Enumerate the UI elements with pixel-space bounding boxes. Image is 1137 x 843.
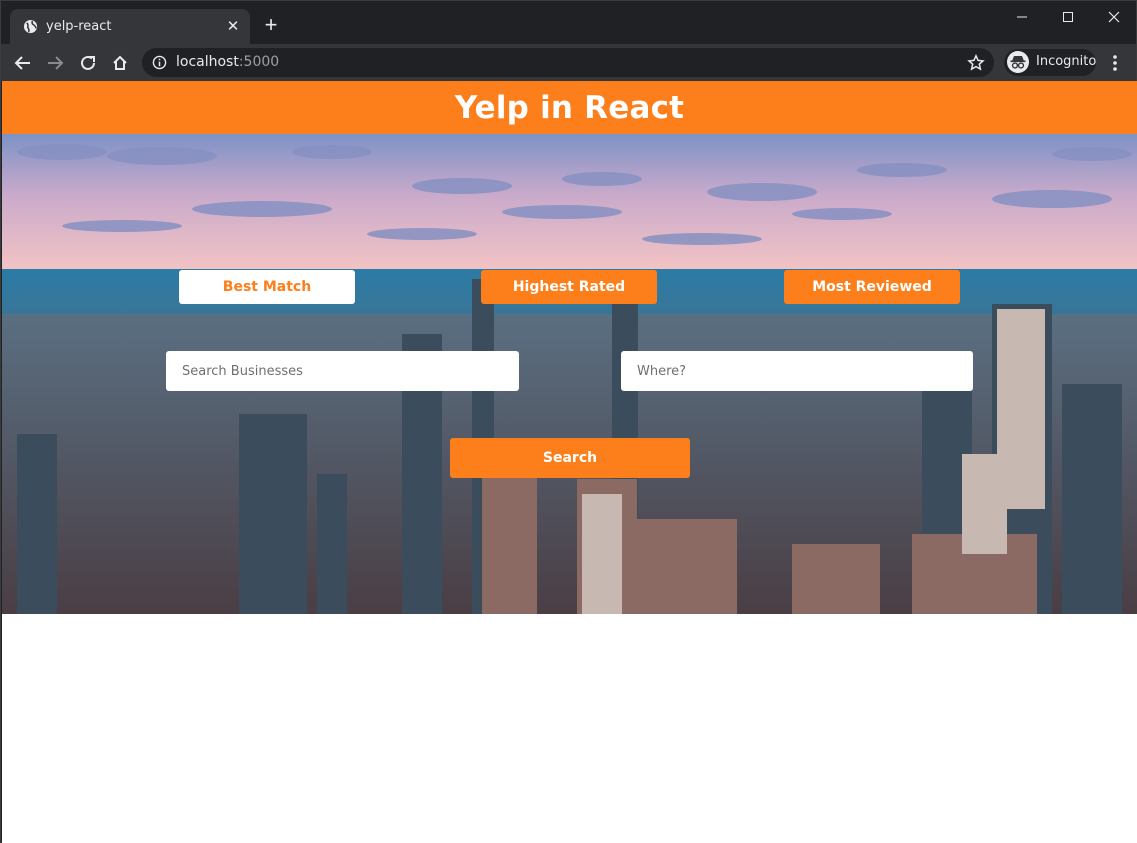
business-search-input[interactable] (166, 351, 519, 391)
url-text: localhost:5000 (176, 54, 279, 70)
info-icon[interactable] (152, 55, 167, 70)
browser-window: yelp-react ✕ + localhost:5000 Incognito … (0, 0, 1137, 843)
search-button[interactable]: Search (450, 438, 690, 478)
sort-highest-rated-button[interactable]: Highest Rated (481, 270, 657, 304)
home-icon[interactable] (107, 50, 133, 76)
app-header: Yelp in React (2, 81, 1137, 134)
kebab-menu-icon[interactable] (1105, 51, 1125, 75)
maximize-icon[interactable] (1045, 1, 1091, 32)
address-bar[interactable]: localhost:5000 (142, 48, 994, 77)
page-title: Yelp in React (454, 89, 685, 126)
close-icon[interactable]: ✕ (225, 19, 241, 35)
browser-tab[interactable]: yelp-react ✕ (10, 9, 250, 44)
hero-search-section: Best Match Highest Rated Most Reviewed S… (2, 134, 1137, 614)
url-host: localhost (176, 54, 239, 70)
incognito-label: Incognito (1036, 54, 1097, 69)
location-input[interactable] (621, 351, 973, 391)
plus-icon[interactable]: + (260, 14, 282, 37)
forward-arrow-icon[interactable] (42, 50, 68, 76)
window-close-icon[interactable] (1091, 1, 1137, 32)
sort-best-match-button[interactable]: Best Match (179, 270, 355, 304)
sort-most-reviewed-button[interactable]: Most Reviewed (784, 270, 960, 304)
globe-icon (23, 19, 38, 34)
minimize-icon[interactable] (999, 1, 1045, 32)
url-port: :5000 (238, 54, 280, 70)
reload-icon[interactable] (75, 50, 101, 76)
tab-strip: yelp-react ✕ + (1, 1, 1136, 44)
incognito-icon (1007, 51, 1029, 73)
back-arrow-icon[interactable] (10, 50, 36, 76)
incognito-badge[interactable]: Incognito (1004, 49, 1096, 76)
browser-toolbar: localhost:5000 Incognito (1, 44, 1136, 81)
tab-title: yelp-react (46, 19, 112, 34)
page-viewport: Yelp in React Best Match Highest Rated M… (2, 81, 1137, 843)
star-icon[interactable] (967, 54, 985, 72)
